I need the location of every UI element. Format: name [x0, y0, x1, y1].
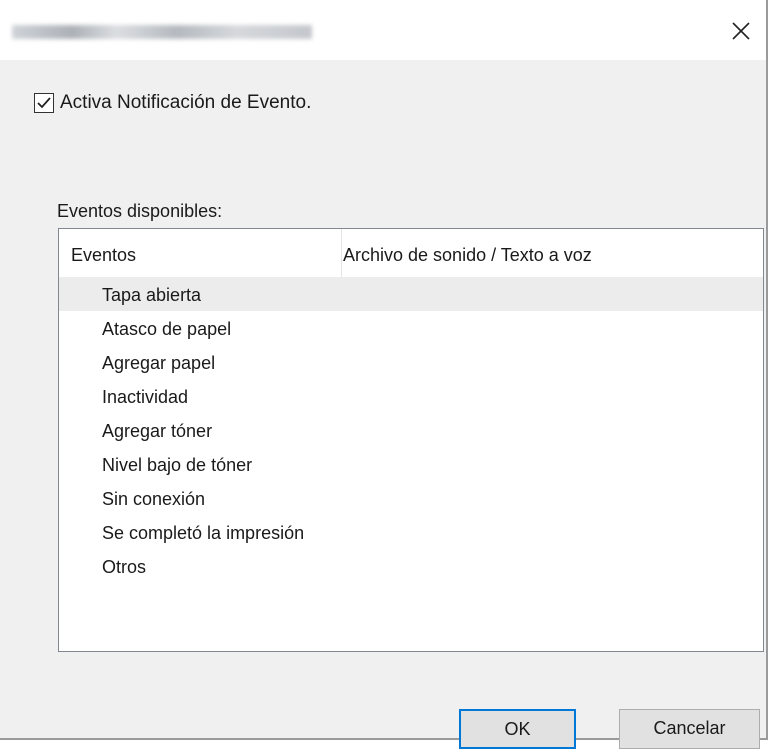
list-item[interactable]: Otros: [59, 549, 763, 583]
list-header: Eventos Archivo de sonido / Texto a voz: [59, 229, 763, 278]
list-item[interactable]: Se completó la impresión: [59, 515, 763, 549]
list-item[interactable]: Atasco de papel: [59, 311, 763, 345]
cancel-button[interactable]: Cancelar: [619, 709, 760, 749]
list-item[interactable]: Agregar papel: [59, 345, 763, 379]
column-header-events[interactable]: Eventos: [59, 229, 342, 277]
title-bar: [0, 0, 766, 60]
checkmark-icon: [37, 97, 51, 109]
event-notification-dialog: Activa Notificación de Evento. Eventos d…: [0, 0, 768, 749]
list-rows: Tapa abierta Atasco de papel Agregar pap…: [59, 277, 763, 583]
blurred-window-title: [12, 25, 312, 39]
enable-event-notification-label: Activa Notificación de Evento.: [60, 92, 312, 113]
enable-event-notification-checkbox[interactable]: [34, 93, 54, 113]
list-item[interactable]: Agregar tóner: [59, 413, 763, 447]
ok-button[interactable]: OK: [459, 709, 576, 749]
close-icon: [732, 22, 750, 40]
events-list[interactable]: Eventos Archivo de sonido / Texto a voz …: [58, 228, 764, 652]
list-item[interactable]: Sin conexión: [59, 481, 763, 515]
list-item[interactable]: Tapa abierta: [59, 277, 763, 311]
column-header-sound-file[interactable]: Archivo de sonido / Texto a voz: [343, 229, 592, 277]
enable-event-notification-row[interactable]: Activa Notificación de Evento.: [34, 92, 311, 114]
available-events-label: Eventos disponibles:: [57, 201, 223, 221]
close-button[interactable]: [718, 8, 764, 54]
list-item[interactable]: Nivel bajo de tóner: [59, 447, 763, 481]
list-item[interactable]: Inactividad: [59, 379, 763, 413]
